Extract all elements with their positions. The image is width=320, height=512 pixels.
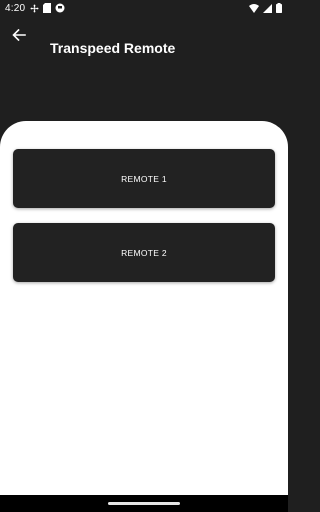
sd-card-icon: [43, 3, 51, 13]
app-bar: Transpeed Remote: [0, 18, 288, 78]
status-time: 4:20: [5, 3, 26, 14]
home-gesture-handle[interactable]: [108, 502, 180, 505]
battery-icon: [276, 3, 282, 13]
signal-icon: [263, 3, 272, 13]
status-right-icons: [249, 3, 282, 13]
page-title: Transpeed Remote: [50, 40, 176, 56]
remote-1-label: REMOTE 1: [121, 173, 167, 184]
remote-2-label: REMOTE 2: [121, 247, 167, 258]
remote-list: REMOTE 1 REMOTE 2: [0, 121, 288, 495]
arrow-back-icon: [12, 28, 26, 46]
system-nav-bar: [0, 495, 288, 512]
remote-2-button[interactable]: REMOTE 2: [13, 223, 275, 282]
wifi-icon: [249, 3, 259, 13]
fan-icon: [30, 3, 39, 13]
status-bar: 4:20: [0, 0, 288, 18]
back-button[interactable]: [8, 26, 30, 48]
status-left-icons: [30, 3, 65, 13]
app-screen: 4:20 Transpeed Remote REMOTE 1 REMOTE 2: [0, 0, 288, 512]
circle-app-icon: [55, 3, 65, 13]
remote-1-button[interactable]: REMOTE 1: [13, 149, 275, 208]
